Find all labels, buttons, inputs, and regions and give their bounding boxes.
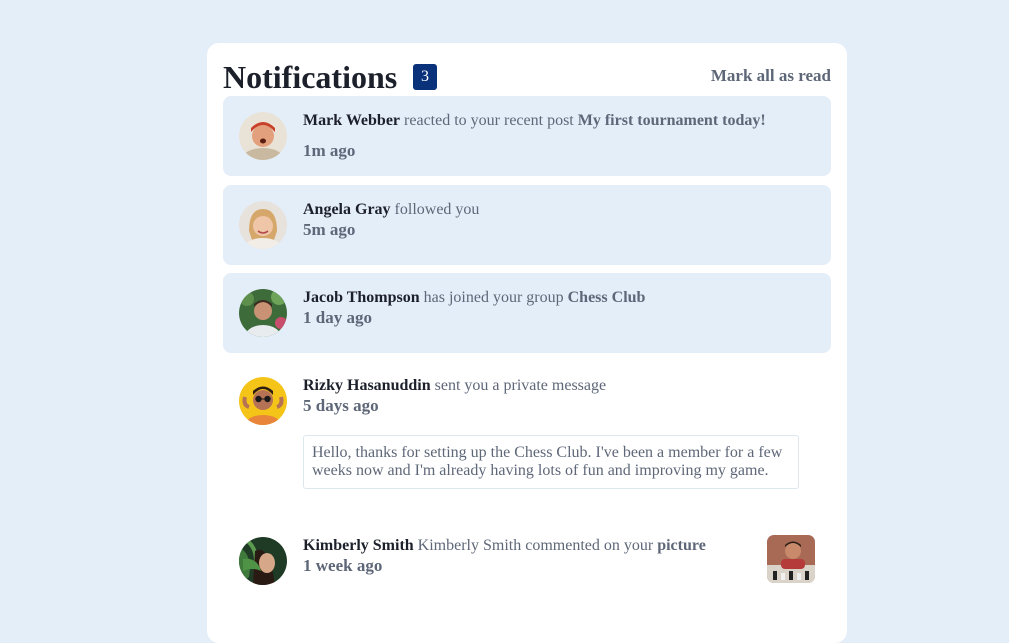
- avatar-kimberly-smith[interactable]: [239, 537, 287, 585]
- notification-item[interactable]: Mark Webber reacted to your recent post …: [223, 96, 831, 176]
- notification-user-name[interactable]: Jacob Thompson: [303, 289, 420, 306]
- notification-time: 1m ago: [303, 141, 356, 160]
- notification-text: Jacob Thompson has joined your group Che…: [303, 288, 645, 308]
- notification-item[interactable]: Jacob Thompson has joined your group Che…: [223, 273, 831, 353]
- notification-time: 1 day ago: [303, 308, 372, 327]
- avatar-rizky-hasanuddin[interactable]: [239, 377, 287, 425]
- page-title: Notifications: [223, 59, 398, 95]
- avatar-angela-gray[interactable]: [239, 201, 287, 249]
- notification-text: Kimberly Smith Kimberly Smith commented …: [303, 536, 706, 556]
- notification-target-picture[interactable]: picture: [657, 537, 706, 554]
- notification-action: reacted to your recent post: [400, 112, 578, 129]
- notification-item[interactable]: Angela Gray followed you 5m ago: [223, 185, 831, 265]
- notification-user-name[interactable]: Kimberly Smith: [303, 537, 414, 554]
- commented-picture-thumbnail[interactable]: [767, 535, 815, 583]
- notification-target-group[interactable]: Chess Club: [568, 289, 646, 306]
- notification-user-name[interactable]: Rizky Hasanuddin: [303, 377, 431, 394]
- notification-action: sent you a private message: [430, 377, 607, 394]
- avatar-jacob-thompson[interactable]: [239, 289, 287, 337]
- notifications-header: Notifications 3 Mark all as read: [223, 59, 831, 95]
- notification-text: Angela Gray followed you: [303, 200, 479, 220]
- notification-user-name[interactable]: Mark Webber: [303, 112, 400, 129]
- notification-time: 5 days ago: [303, 396, 379, 415]
- private-message-preview[interactable]: Hello, thanks for setting up the Chess C…: [303, 435, 799, 489]
- avatar-mark-webber[interactable]: [239, 112, 287, 160]
- notification-user-name[interactable]: Angela Gray: [303, 201, 391, 218]
- notification-text: Mark Webber reacted to your recent post …: [303, 111, 766, 131]
- notification-action: Kimberly Smith commented on your: [413, 537, 658, 554]
- unread-count-badge: 3: [413, 64, 437, 90]
- notification-time: 1 week ago: [303, 556, 383, 575]
- notifications-card: Notifications 3 Mark all as read Mark We…: [207, 43, 847, 643]
- notification-item[interactable]: Kimberly Smith Kimberly Smith commented …: [223, 521, 831, 601]
- notification-target-post[interactable]: My first tournament today!: [578, 112, 766, 129]
- notification-action: has joined your group: [419, 289, 568, 306]
- mark-all-as-read-button[interactable]: Mark all as read: [711, 66, 831, 86]
- notification-time: 5m ago: [303, 220, 356, 239]
- notification-item[interactable]: Rizky Hasanuddin sent you a private mess…: [223, 361, 831, 501]
- notification-text: Rizky Hasanuddin sent you a private mess…: [303, 376, 606, 396]
- notification-action: followed you: [390, 201, 480, 218]
